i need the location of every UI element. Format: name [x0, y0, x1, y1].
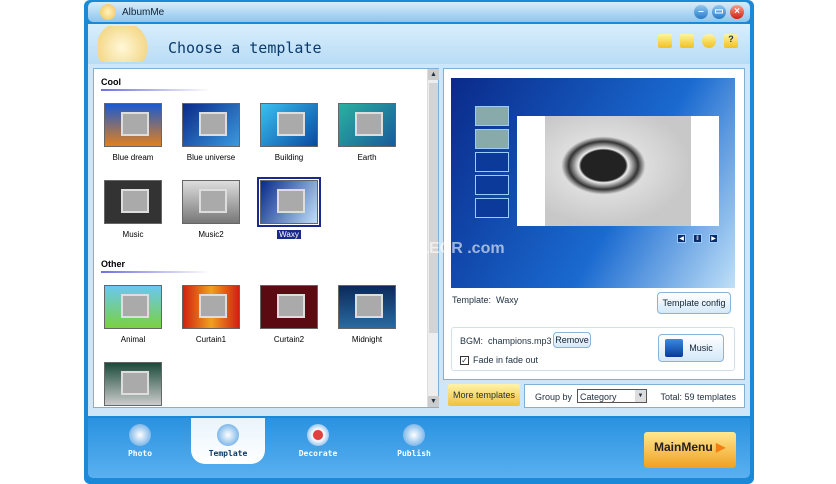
template-card[interactable]: Curtain1	[181, 285, 241, 344]
music-note-icon	[665, 339, 683, 357]
music-button[interactable]: Music	[658, 334, 724, 362]
chevron-down-icon[interactable]: ▼	[635, 390, 646, 402]
app-logo-icon	[100, 4, 116, 20]
prev-icon[interactable]: ◀	[677, 234, 686, 243]
close-button[interactable]: ×	[730, 5, 744, 19]
total-count: Total: 59 templates	[660, 392, 736, 402]
photo-slot[interactable]	[475, 129, 509, 149]
photo-slot[interactable]	[475, 175, 509, 195]
nav-template[interactable]: Template	[191, 418, 265, 464]
scroll-down-arrow-icon[interactable]: ▼	[428, 396, 439, 407]
scroll-thumb[interactable]	[429, 83, 438, 333]
group-by-label: Group by	[535, 392, 573, 402]
photo-icon	[129, 424, 151, 446]
photo-slot[interactable]	[475, 198, 509, 218]
flower-logo-icon	[98, 26, 158, 62]
template-card[interactable]: Curtain2	[259, 285, 319, 344]
photo-slot[interactable]	[475, 106, 509, 126]
heart-icon	[307, 424, 329, 446]
section-header-other: Other	[101, 259, 126, 269]
template-card[interactable]: Building	[259, 103, 319, 162]
vertical-scrollbar[interactable]: ▲ ▼	[427, 69, 439, 407]
minimize-button[interactable]: –	[694, 5, 708, 19]
user-icon[interactable]	[702, 34, 716, 48]
section-divider	[101, 89, 211, 91]
page-title: Choose a template	[168, 39, 322, 57]
preview-photo	[517, 116, 719, 226]
fade-checkbox[interactable]: ✓ Fade in fade out	[460, 355, 538, 365]
nav-decorate[interactable]: Decorate	[288, 424, 348, 458]
puppies-image	[545, 116, 691, 226]
group-bar: Group by Category ▼ Total: 59 templates	[524, 384, 745, 408]
note-icon[interactable]	[680, 34, 694, 48]
bottom-nav: Photo Template Decorate Publish MainMenu…	[88, 418, 750, 478]
template-card[interactable]: Midnight	[337, 285, 397, 344]
publish-icon	[403, 424, 425, 446]
preview-panel: ◀ ǁ ▶ Template: Waxy Template config BGM…	[443, 68, 745, 380]
template-card[interactable]: Earth	[337, 103, 397, 162]
template-card[interactable]: Blue universe	[181, 103, 241, 162]
section-divider	[101, 271, 211, 273]
watermark: FILECR .com	[405, 240, 505, 257]
template-card[interactable]	[103, 362, 163, 412]
maximize-button[interactable]: ▭	[712, 5, 726, 19]
next-icon[interactable]: ▶	[709, 234, 718, 243]
photo-slot[interactable]	[475, 152, 509, 172]
scroll-up-arrow-icon[interactable]: ▲	[428, 69, 439, 80]
page-header: Choose a template ?	[88, 24, 750, 64]
nav-publish[interactable]: Publish	[384, 424, 444, 458]
template-card[interactable]: Blue dream	[103, 103, 163, 162]
nav-photo[interactable]: Photo	[110, 424, 170, 458]
folder-icon[interactable]	[658, 34, 672, 48]
bgm-box: BGM: champions.mp3 Remove ✓ Fade in fade …	[451, 327, 735, 371]
pause-icon[interactable]: ǁ	[693, 234, 702, 243]
group-by-select[interactable]: Category ▼	[577, 389, 647, 403]
template-name-label: Template: Waxy	[452, 295, 519, 305]
template-card[interactable]: Music	[103, 180, 163, 239]
more-templates-button[interactable]: More templates	[448, 384, 520, 406]
template-list: Cool Blue dream Blue universe Building E…	[93, 68, 439, 408]
title-bar: AlbumMe – ▭ ×	[88, 2, 750, 22]
app-title: AlbumMe	[122, 7, 165, 18]
template-icon	[217, 424, 239, 446]
arrow-right-icon: ▶	[716, 440, 726, 454]
template-card-selected[interactable]: Waxy	[257, 177, 321, 239]
template-config-button[interactable]: Template config	[657, 292, 731, 314]
help-icon[interactable]: ?	[724, 34, 738, 48]
main-menu-button[interactable]: MainMenu ▶	[644, 432, 736, 468]
template-card[interactable]: Music2	[181, 180, 241, 239]
checkbox-icon[interactable]: ✓	[460, 355, 469, 365]
fade-label: Fade in fade out	[473, 355, 539, 365]
section-header-cool: Cool	[101, 77, 121, 87]
bgm-label: BGM: champions.mp3	[460, 336, 552, 346]
template-card[interactable]: Animal	[103, 285, 163, 344]
remove-button[interactable]: Remove	[553, 332, 591, 348]
